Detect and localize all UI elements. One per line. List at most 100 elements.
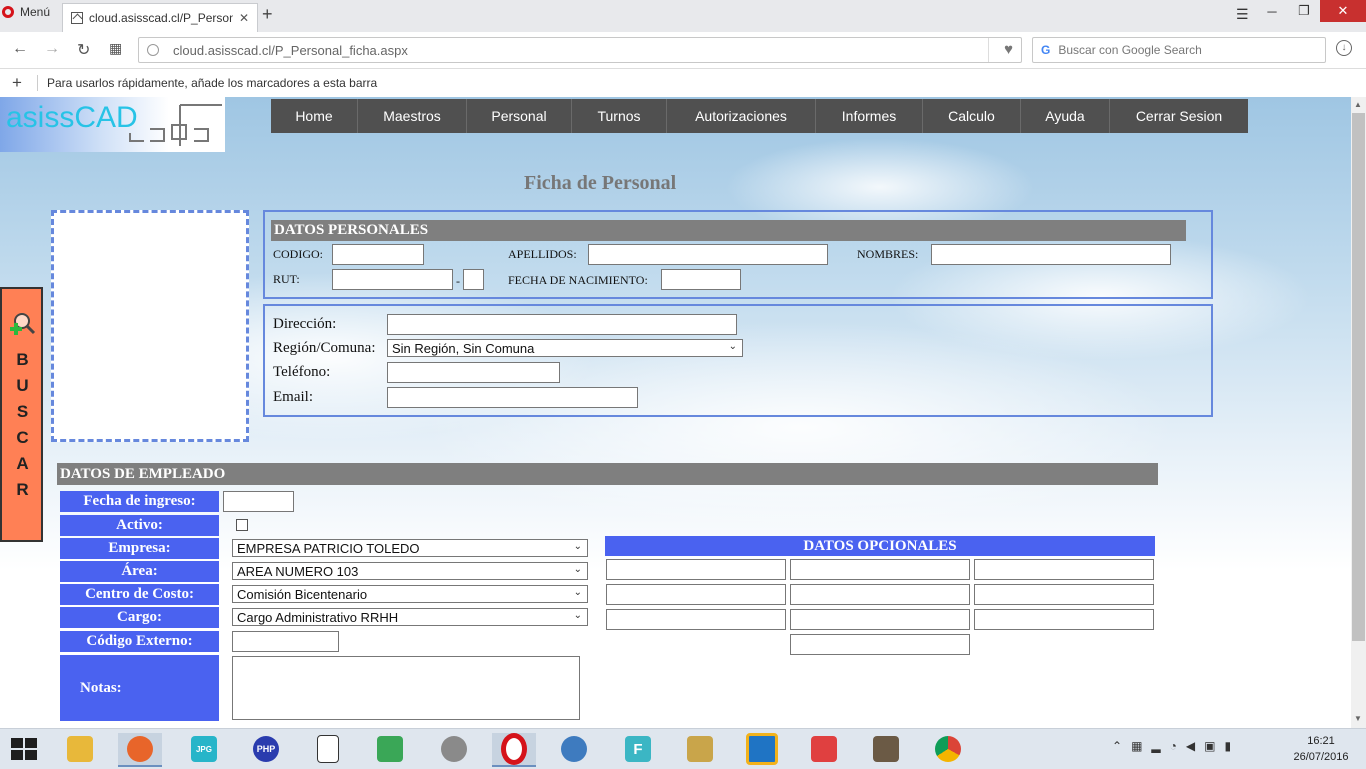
nombres-input[interactable] bbox=[931, 244, 1171, 265]
telefono-input[interactable] bbox=[387, 362, 560, 383]
game-app-icon[interactable] bbox=[864, 733, 908, 765]
forward-arrow-icon[interactable]: → bbox=[44, 40, 60, 58]
employee-photo-box[interactable] bbox=[51, 210, 249, 442]
rut-input[interactable] bbox=[332, 269, 453, 290]
empresa-select[interactable]: EMPRESA PATRICIO TOLEDO ⌄ bbox=[232, 539, 588, 557]
codigo-input[interactable] bbox=[332, 244, 424, 265]
scroll-down-icon[interactable]: ▼ bbox=[1354, 714, 1362, 723]
notas-textarea[interactable] bbox=[232, 656, 580, 720]
add-bookmark-icon[interactable]: + bbox=[12, 73, 22, 93]
volume-tray-icon[interactable]: ◀ bbox=[1186, 739, 1195, 753]
direccion-input[interactable] bbox=[387, 314, 737, 335]
torrent-app-icon[interactable] bbox=[432, 733, 476, 765]
show-hidden-icons-icon[interactable]: ⌃ bbox=[1112, 739, 1122, 753]
nav-maestros[interactable]: Maestros bbox=[358, 99, 467, 133]
wifi-tray-icon[interactable]: ◔ bbox=[1170, 739, 1177, 753]
thunderbird-icon[interactable] bbox=[552, 733, 596, 765]
battery-tray-icon[interactable]: ▮ bbox=[1224, 739, 1231, 753]
email-input[interactable] bbox=[387, 387, 638, 408]
search-box[interactable]: G Buscar con Google Search bbox=[1032, 37, 1326, 63]
activo-label: Activo: bbox=[60, 515, 219, 536]
rut-dv-input[interactable] bbox=[463, 269, 484, 290]
address-toolbar: ← → ↻ ▦ cloud.asisscad.cl/P_Personal_fic… bbox=[0, 32, 1366, 69]
notification-tray-icon[interactable]: ▣ bbox=[1204, 739, 1215, 753]
nav-calculo[interactable]: Calculo bbox=[923, 99, 1021, 133]
virtualbox-icon[interactable] bbox=[740, 733, 784, 765]
nav-turnos[interactable]: Turnos bbox=[572, 99, 667, 133]
opcional-field-10[interactable] bbox=[790, 634, 970, 655]
site-logo[interactable]: asissCAD bbox=[0, 97, 225, 152]
firefox-icon[interactable] bbox=[118, 733, 162, 767]
region-comuna-select[interactable]: Sin Región, Sin Comuna ⌄ bbox=[387, 339, 743, 357]
opcional-field-6[interactable] bbox=[974, 584, 1154, 605]
opcional-field-3[interactable] bbox=[974, 559, 1154, 580]
new-tab-button[interactable]: + bbox=[262, 4, 273, 25]
notepad-icon[interactable] bbox=[306, 733, 350, 765]
sync-app-icon[interactable] bbox=[368, 733, 412, 765]
back-arrow-icon[interactable]: ← bbox=[12, 40, 28, 58]
taskbar-clock[interactable]: 16:21 26/07/2016 bbox=[1290, 733, 1352, 765]
scroll-up-icon[interactable]: ▲ bbox=[1354, 100, 1362, 109]
codigo-label: CODIGO: bbox=[273, 247, 323, 261]
codigo-externo-input[interactable] bbox=[232, 631, 339, 652]
tab-title: cloud.asisscad.cl/P_Person bbox=[89, 11, 233, 25]
jpg-viewer-icon[interactable]: JPG bbox=[182, 733, 226, 765]
logo-text: asissCAD bbox=[6, 101, 138, 134]
fecha-nacimiento-input[interactable] bbox=[661, 269, 741, 290]
page-scrollbar[interactable]: ▲ ▼ bbox=[1351, 97, 1366, 728]
opcional-field-8[interactable] bbox=[790, 609, 970, 630]
tools-app-icon[interactable] bbox=[678, 733, 722, 765]
chrome-icon[interactable] bbox=[926, 733, 970, 765]
minimize-button[interactable]: ─ bbox=[1256, 0, 1288, 22]
nav-autorizaciones[interactable]: Autorizaciones bbox=[667, 99, 816, 133]
opcional-field-9[interactable] bbox=[974, 609, 1154, 630]
apellidos-label: APELLIDOS: bbox=[508, 247, 577, 261]
opcional-field-1[interactable] bbox=[606, 559, 786, 580]
opcional-field-2[interactable] bbox=[790, 559, 970, 580]
opera-logo-icon bbox=[2, 6, 14, 18]
download-icon[interactable]: ↓ bbox=[1336, 40, 1352, 56]
opera-menu-button[interactable]: Menú bbox=[0, 0, 58, 24]
apellidos-input[interactable] bbox=[588, 244, 828, 265]
site-info-icon[interactable] bbox=[147, 44, 159, 56]
windows-start-icon[interactable] bbox=[11, 738, 37, 760]
bookmarks-divider bbox=[37, 75, 38, 91]
chevron-down-icon: ⌄ bbox=[728, 341, 737, 352]
opcional-field-4[interactable] bbox=[606, 584, 786, 605]
close-tab-icon[interactable]: ✕ bbox=[239, 11, 249, 25]
tab-menu-icon[interactable]: ☰ bbox=[1236, 6, 1249, 23]
url-text: cloud.asisscad.cl/P_Personal_ficha.aspx bbox=[173, 42, 408, 58]
nav-informes[interactable]: Informes bbox=[816, 99, 923, 133]
centro-costo-select[interactable]: Comisión Bicentenario ⌄ bbox=[232, 585, 588, 603]
scrollbar-thumb[interactable] bbox=[1352, 113, 1365, 641]
nav-cerrar-sesion[interactable]: Cerrar Sesion bbox=[1110, 99, 1248, 133]
nav-home[interactable]: Home bbox=[271, 99, 358, 133]
file-explorer-icon[interactable] bbox=[58, 733, 102, 765]
network-tray-icon[interactable]: ▦ bbox=[1131, 739, 1142, 753]
area-select[interactable]: AREA NUMERO 103 ⌄ bbox=[232, 562, 588, 580]
nav-ayuda[interactable]: Ayuda bbox=[1021, 99, 1110, 133]
buscar-letter: R bbox=[16, 480, 29, 499]
area-value: AREA NUMERO 103 bbox=[237, 563, 359, 579]
nav-personal[interactable]: Personal bbox=[467, 99, 572, 133]
fecha-ingreso-input[interactable] bbox=[223, 491, 294, 512]
opcional-field-5[interactable] bbox=[790, 584, 970, 605]
speed-dial-grid-icon[interactable]: ▦ bbox=[109, 40, 122, 57]
link-app-icon[interactable] bbox=[802, 733, 846, 765]
opcional-field-7[interactable] bbox=[606, 609, 786, 630]
nombres-label: NOMBRES: bbox=[857, 247, 919, 261]
restore-button[interactable]: ❐ bbox=[1288, 0, 1320, 22]
f-app-icon[interactable]: F bbox=[616, 733, 660, 765]
codigo-externo-label: Código Externo: bbox=[60, 631, 219, 652]
close-window-button[interactable]: ✕ bbox=[1320, 0, 1366, 22]
signal-tray-icon[interactable]: ▂ bbox=[1151, 739, 1160, 753]
browser-tab[interactable]: cloud.asisscad.cl/P_Person ✕ bbox=[62, 3, 258, 32]
cargo-select[interactable]: Cargo Administrativo RRHH ⌄ bbox=[232, 608, 588, 626]
buscar-button[interactable]: B U S C A R bbox=[0, 287, 43, 542]
opera-icon[interactable] bbox=[492, 733, 536, 767]
url-bar[interactable]: cloud.asisscad.cl/P_Personal_ficha.aspx … bbox=[138, 37, 1022, 63]
reload-icon[interactable]: ↻ bbox=[77, 40, 90, 60]
bookmark-heart-icon[interactable]: ♥ bbox=[1004, 41, 1013, 58]
activo-checkbox[interactable] bbox=[236, 519, 248, 531]
php-icon[interactable]: PHP bbox=[244, 733, 288, 765]
